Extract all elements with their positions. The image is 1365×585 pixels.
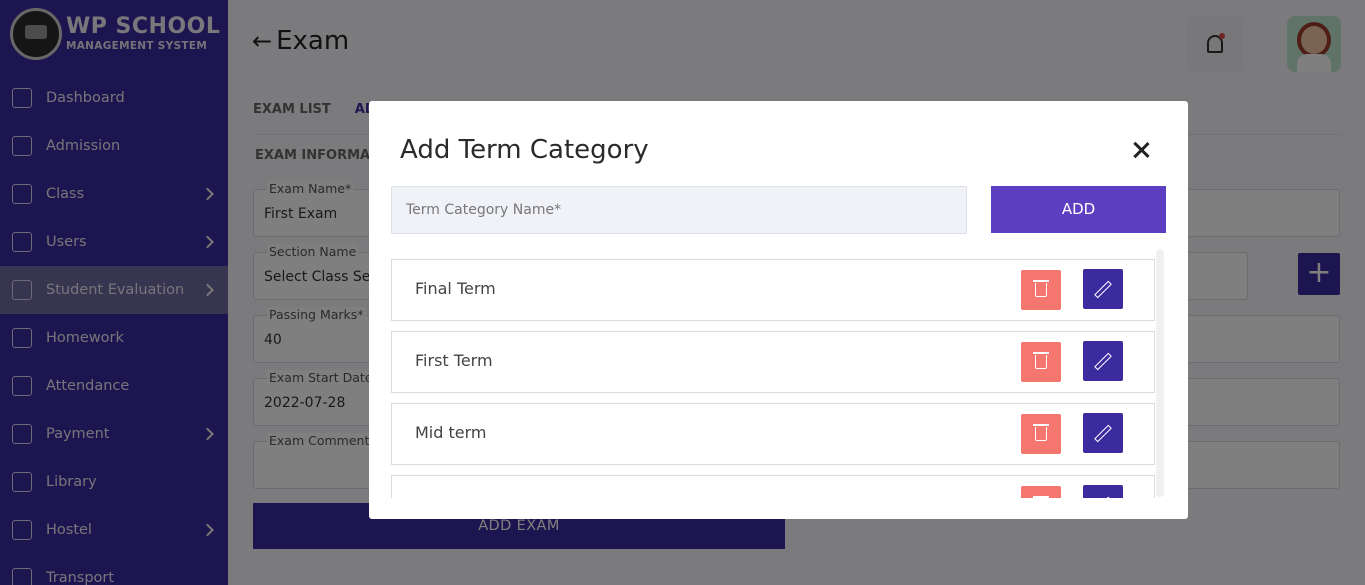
trash-icon: [1033, 424, 1049, 441]
pencil-icon: [1094, 496, 1112, 498]
term-name: Mid term: [415, 423, 487, 442]
list-item: [391, 475, 1155, 498]
add-term-category-modal: Add Term Category ADD Final Term First T…: [369, 101, 1188, 519]
term-category-list: Final Term First Term Mid term: [391, 249, 1167, 498]
add-button[interactable]: ADD: [991, 186, 1166, 233]
trash-icon: [1033, 352, 1049, 369]
list-item: First Term: [391, 331, 1155, 393]
list-item: Final Term: [391, 259, 1155, 321]
pencil-icon: [1094, 424, 1112, 443]
trash-icon: [1033, 280, 1049, 297]
term-name: Final Term: [415, 279, 496, 298]
edit-button[interactable]: [1083, 413, 1123, 453]
list-item: Mid term: [391, 403, 1155, 465]
pencil-icon: [1094, 280, 1112, 299]
list-scrollbar[interactable]: [1156, 249, 1164, 497]
delete-button[interactable]: [1021, 270, 1061, 310]
delete-button[interactable]: [1021, 486, 1061, 498]
close-icon[interactable]: [1129, 138, 1153, 162]
edit-button[interactable]: [1083, 269, 1123, 309]
term-name: First Term: [415, 351, 493, 370]
pencil-icon: [1094, 352, 1112, 371]
delete-button[interactable]: [1021, 414, 1061, 454]
modal-title: Add Term Category: [400, 135, 649, 165]
term-category-name-input[interactable]: [391, 186, 967, 234]
edit-button[interactable]: [1083, 485, 1123, 498]
edit-button[interactable]: [1083, 341, 1123, 381]
delete-button[interactable]: [1021, 342, 1061, 382]
